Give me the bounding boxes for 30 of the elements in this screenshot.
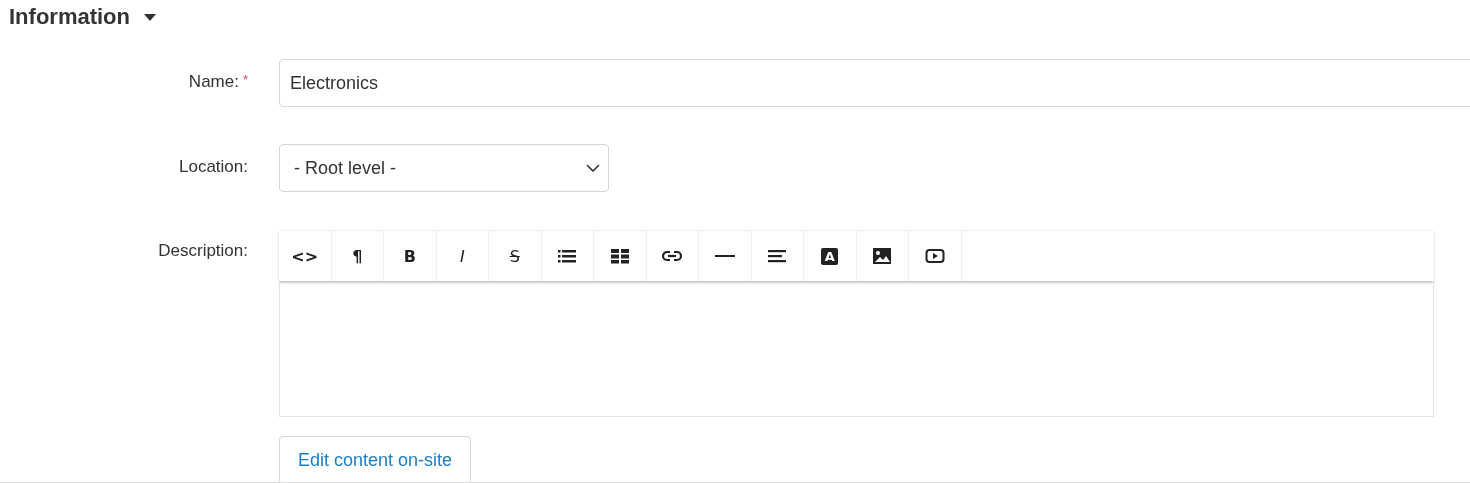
- list-button[interactable]: [541, 231, 594, 281]
- table-icon: [609, 248, 630, 264]
- chevron-down-icon: [586, 164, 600, 172]
- strikethrough-button[interactable]: S: [489, 231, 542, 281]
- video-button[interactable]: [909, 231, 962, 281]
- table-button[interactable]: [594, 231, 647, 281]
- code-button[interactable]: <>: [279, 231, 332, 281]
- list-icon: [557, 248, 578, 264]
- image-button[interactable]: [856, 231, 909, 281]
- align-button[interactable]: [751, 231, 804, 281]
- font-color-icon: A: [821, 247, 839, 265]
- link-button[interactable]: [646, 231, 699, 281]
- name-field[interactable]: Electronics: [279, 59, 1470, 107]
- image-icon: [872, 248, 893, 264]
- bold-button[interactable]: B: [384, 231, 437, 281]
- italic-button[interactable]: I: [436, 231, 489, 281]
- location-select[interactable]: - Root level -: [279, 144, 609, 192]
- caret-icon[interactable]: [144, 13, 156, 21]
- font-color-button[interactable]: A: [804, 231, 857, 281]
- align-left-icon: [767, 248, 788, 264]
- edit-content-button[interactable]: Edit content on-site: [279, 436, 472, 482]
- field-label: Description:: [158, 241, 248, 261]
- video-icon: [924, 248, 945, 264]
- field-label: Location:: [179, 157, 248, 177]
- horizontal-rule-icon: [714, 254, 735, 258]
- link-icon: [662, 248, 683, 264]
- paragraph-button[interactable]: ¶: [331, 231, 384, 281]
- section-title: Information: [9, 4, 130, 30]
- field-label: Name:: [188, 72, 239, 92]
- required-mark: *: [242, 72, 248, 89]
